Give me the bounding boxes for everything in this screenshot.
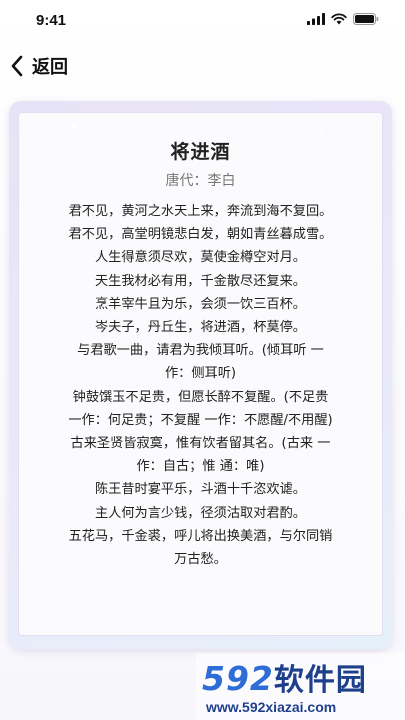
watermark-logo: 592软件园 www.592xiazai.com (196, 653, 405, 720)
watermark-brand-number: 592 (202, 659, 274, 698)
sparkle-decoration (349, 173, 352, 176)
chevron-left-icon (11, 55, 23, 77)
watermark-brand: 592软件园 (202, 655, 367, 699)
status-time: 9:41 (36, 12, 67, 29)
cellular-signal-icon (307, 13, 325, 25)
poem-line: 五花马，千金裘，呼儿将出换美酒，与尔同销 (68, 528, 333, 544)
battery-icon (353, 13, 379, 25)
watermark-url: www.592xiazai.com (206, 699, 337, 715)
poem-author: 唐代：李白 (165, 173, 236, 189)
back-label: 返回 (32, 57, 68, 78)
nav-bar: 返回 (0, 46, 405, 86)
sparkle-decoration (319, 131, 323, 135)
poem-line: 钟鼓馔玉不足贵，但愿长醉不复醒。(不足贵 (72, 389, 329, 405)
poem-line: 岑夫子，丹丘生，将进酒，杯莫停。 (95, 320, 306, 336)
poem-line: 主人何为言少钱，径须沽取对君酌。 (95, 505, 306, 521)
status-icons (307, 13, 379, 25)
poem-body: 君不见，黄河之水天上来，奔流到海不复回。 君不见，高堂明镜悲白发，朝如青丝暮成雪… (19, 200, 382, 571)
poem-line: 人生得意须尽欢，莫使金樽空对月。 (95, 250, 306, 266)
poem-line: 作：侧耳听) (164, 366, 237, 382)
sparkle-decoration (71, 123, 76, 128)
wifi-icon (331, 13, 347, 25)
status-bar: 9:41 (0, 0, 405, 40)
poem-line: 一作：何足贵；不复醒 一作：不愿醒/不用醒) (68, 412, 333, 428)
poem-line: 陈王昔时宴平乐，斗酒十千恣欢谑。 (95, 482, 306, 498)
poem-line: 作：自古；惟 通：唯) (136, 459, 265, 475)
poem-title: 将进酒 (170, 141, 231, 163)
back-button[interactable]: 返回 (10, 53, 68, 79)
poem-line: 君不见，高堂明镜悲白发，朝如青丝暮成雪。 (68, 227, 333, 243)
poem-line: 天生我材必有用，千金散尽还复来。 (95, 273, 306, 289)
poem-line: 万古愁。 (174, 552, 227, 568)
poem-line: 古来圣贤皆寂寞，惟有饮者留其名。(古来 一 (70, 436, 331, 452)
poem-line: 君不见，黄河之水天上来，奔流到海不复回。 (68, 204, 333, 219)
watermark-brand-name: 软件园 (273, 663, 367, 698)
poem-line: 烹羊宰牛且为乐，会须一饮三百杯。 (95, 296, 306, 312)
sparkle-decoration (169, 117, 172, 120)
poem-card: 将进酒 唐代：李白 君不见，黄河之水天上来，奔流到海不复回。 君不见，高堂明镜悲… (18, 112, 383, 636)
poem-line: 与君歌一曲，请君为我倾耳听。(倾耳听 一 (77, 343, 324, 359)
